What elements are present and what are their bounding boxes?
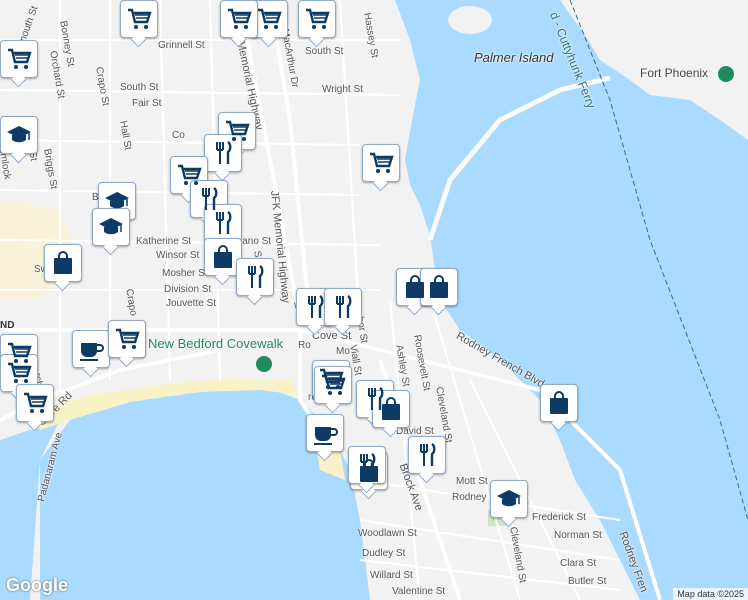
map-marker-fork[interactable]	[324, 288, 362, 326]
restaurant-icon	[360, 453, 376, 476]
restaurant-icon	[420, 443, 436, 466]
google-logo: Google	[6, 575, 68, 595]
restaurant-icon	[248, 265, 264, 288]
school-icon	[99, 218, 123, 235]
map-marker-cart[interactable]	[16, 384, 54, 422]
map-marker-bag[interactable]	[372, 390, 410, 428]
grinnell-label: Grinnell St	[158, 40, 205, 51]
map-marker-grad[interactable]	[0, 116, 38, 154]
wright-label: Wright St	[322, 84, 363, 95]
dudley-label: Dudley St	[362, 548, 406, 559]
map-marker-cup[interactable]	[306, 414, 344, 452]
clara-label: Clara St	[560, 558, 597, 569]
mott-label: Mott St	[456, 476, 488, 487]
map-marker-cart[interactable]	[298, 0, 336, 38]
map-marker-cart[interactable]	[108, 320, 146, 358]
school-icon	[497, 490, 521, 507]
map-marker-cup[interactable]	[72, 330, 110, 368]
fair-label: Fair St	[132, 98, 162, 109]
map-marker-bag[interactable]	[420, 268, 458, 306]
jouvette-label: Jouvette St	[166, 298, 217, 309]
co-label: Co	[172, 130, 185, 141]
shopping-cart-icon	[128, 8, 152, 29]
valentine-label: Valentine St	[392, 586, 446, 597]
shopping-cart-icon	[370, 152, 394, 173]
willard-label: Willard St	[370, 570, 413, 581]
katherine-label: Katherine St	[136, 236, 192, 247]
map-canvas[interactable]: Palmer Island Fort Phoenix d - Cuttyhunk…	[0, 0, 748, 600]
palmer-island-label: Palmer Island	[474, 50, 554, 65]
mo-label: Mo	[336, 346, 350, 357]
map-marker-cart[interactable]	[314, 366, 352, 404]
norman-label: Norman St	[554, 530, 602, 541]
woodlawn-label: Woodlawn St	[358, 528, 417, 539]
map-marker-cart[interactable]	[0, 354, 38, 392]
shopping-cart-icon	[306, 8, 330, 29]
shopping-bag-icon	[54, 251, 72, 274]
map-marker-fork[interactable]	[408, 436, 446, 474]
school-icon	[105, 192, 129, 209]
butler-label: Butler St	[568, 576, 607, 587]
shopping-cart-icon	[24, 392, 48, 413]
map-marker-bag[interactable]	[540, 384, 578, 422]
restaurant-icon	[336, 295, 352, 318]
map-marker-grad[interactable]	[92, 208, 130, 246]
palmer-island	[448, 6, 492, 34]
fort-phoenix-poi-icon[interactable]	[718, 66, 734, 82]
shopping-bag-icon	[430, 275, 448, 298]
winsor-label: Winsor St	[156, 250, 200, 261]
map-base	[0, 0, 748, 600]
shopping-cart-icon	[258, 8, 282, 29]
division-label: Division St	[164, 284, 212, 295]
south2-label: South St	[305, 46, 344, 57]
map-marker-cart[interactable]	[120, 0, 158, 38]
restaurant-icon	[216, 211, 232, 234]
map-marker-cart[interactable]	[220, 0, 258, 38]
map-marker-fork[interactable]	[204, 204, 242, 242]
cafe-icon	[314, 427, 338, 445]
map-marker-cart[interactable]	[362, 144, 400, 182]
covewalk-park-icon[interactable]	[256, 356, 272, 372]
shopping-bag-icon	[550, 391, 568, 414]
covewalk-label: New Bedford Covewalk	[148, 336, 284, 351]
restaurant-icon	[308, 295, 324, 318]
shopping-cart-icon	[116, 328, 140, 349]
south-label: South St	[120, 82, 159, 93]
map-marker-fork[interactable]	[348, 446, 386, 484]
fort-phoenix-label: Fort Phoenix	[640, 66, 709, 80]
mosher-label: Mosher St	[162, 268, 208, 279]
shopping-bag-icon	[214, 245, 232, 268]
map-marker-fork[interactable]	[236, 258, 274, 296]
frederick-label: Frederick St	[532, 512, 586, 523]
restaurant-icon	[216, 141, 232, 164]
shopping-cart-icon	[8, 48, 32, 69]
map-marker-cart[interactable]	[0, 40, 38, 78]
map-attribution: Map data ©2025	[673, 588, 748, 600]
map-marker-grad[interactable]	[490, 480, 528, 518]
shopping-bag-icon	[382, 397, 400, 420]
map-marker-bag[interactable]	[44, 244, 82, 282]
school-icon	[7, 126, 31, 143]
map-marker-fork[interactable]	[204, 134, 242, 172]
map-marker-bag[interactable]	[204, 238, 242, 276]
delano-label: lano St	[240, 236, 272, 247]
map-marker-cart[interactable]	[250, 0, 288, 38]
shopping-cart-icon	[228, 8, 252, 29]
shopping-cart-icon	[8, 362, 32, 383]
cafe-icon	[80, 343, 104, 361]
shopping-cart-icon	[322, 374, 346, 395]
rodney-label: Rodney	[452, 492, 487, 503]
ro-label: Ro	[298, 340, 311, 351]
nd-label: ND	[0, 320, 15, 331]
